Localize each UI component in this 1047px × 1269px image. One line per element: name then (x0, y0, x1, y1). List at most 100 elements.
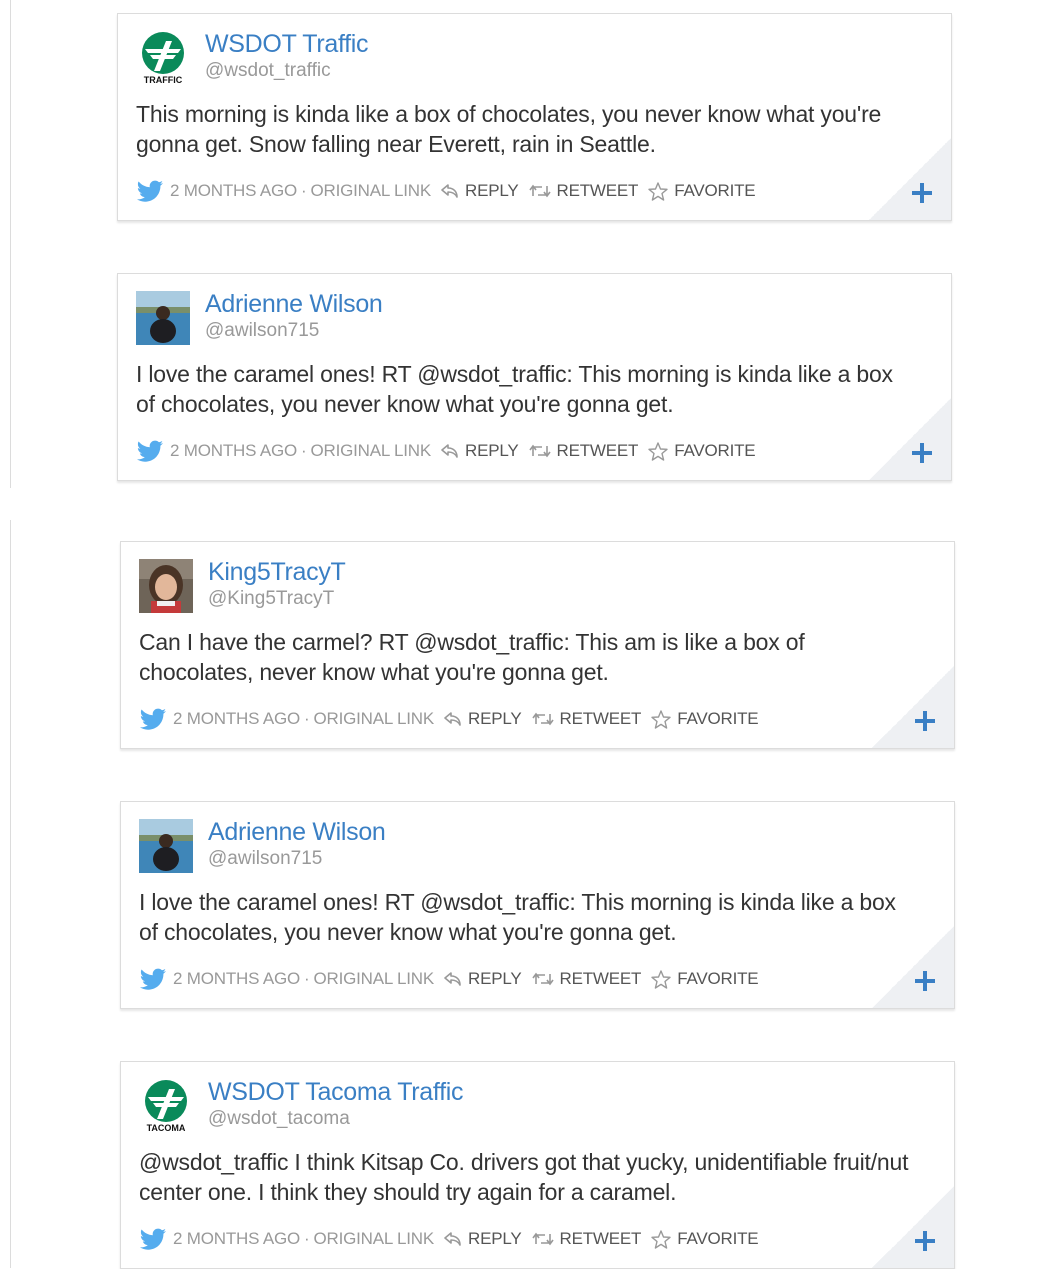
favorite-button[interactable]: FAVORITE (648, 441, 756, 461)
plus-icon[interactable] (914, 710, 936, 732)
favorite-button[interactable]: FAVORITE (651, 1229, 759, 1249)
tweet-card: Adrienne Wilson @awilson715 I love the c… (120, 801, 955, 1009)
meta-separator: · (304, 969, 310, 988)
reply-button[interactable]: REPLY (444, 709, 522, 729)
tweet-timestamp-link[interactable]: 2 MONTHS AGO (173, 969, 300, 989)
author-handle: @King5TracyT (208, 588, 335, 609)
retweet-label: RETWEET (559, 969, 642, 988)
tweet-actions-bar: 2 MONTHS AGO · ORIGINAL LINK REPLY RETWE… (139, 1228, 759, 1250)
tweet-card: TRAFFIC WSDOT Traffic @wsdot_traffic Thi… (117, 13, 952, 221)
original-link[interactable]: ORIGINAL LINK (313, 1229, 434, 1249)
twitter-bird-icon (139, 708, 166, 730)
author-name-link[interactable]: WSDOT Traffic (205, 30, 369, 59)
corner-fold (869, 398, 951, 480)
star-icon (648, 181, 668, 201)
retweet-button[interactable]: RETWEET (531, 1229, 642, 1249)
favorite-button[interactable]: FAVORITE (651, 709, 759, 729)
original-link[interactable]: ORIGINAL LINK (313, 969, 434, 989)
star-icon (648, 441, 668, 461)
meta-separator: · (301, 441, 307, 460)
author-name-link[interactable]: Adrienne Wilson (205, 290, 383, 319)
author-handle: @awilson715 (208, 848, 323, 869)
tweet-text: @wsdot_traffic I think Kitsap Co. driver… (139, 1149, 909, 1205)
retweet-button[interactable]: RETWEET (531, 969, 642, 989)
favorite-button[interactable]: FAVORITE (648, 181, 756, 201)
tweet-actions-bar: 2 MONTHS AGO · ORIGINAL LINK REPLY RETWE… (139, 708, 759, 730)
reply-label: REPLY (465, 181, 519, 200)
author-name-link[interactable]: Adrienne Wilson (208, 818, 386, 847)
favorite-label: FAVORITE (677, 709, 759, 728)
svg-text:TACOMA: TACOMA (147, 1123, 186, 1133)
favorite-button[interactable]: FAVORITE (651, 969, 759, 989)
tweet-card: King5TracyT @King5TracyT Can I have the … (120, 541, 955, 749)
reply-label: REPLY (468, 969, 522, 988)
tweet-actions-bar: 2 MONTHS AGO · ORIGINAL LINK REPLY RETWE… (136, 440, 756, 462)
favorite-label: FAVORITE (674, 441, 756, 460)
reply-button[interactable]: REPLY (444, 1229, 522, 1249)
favorite-label: FAVORITE (674, 181, 756, 200)
retweet-icon (531, 712, 554, 726)
author-name-link[interactable]: King5TracyT (208, 558, 346, 587)
author-handle: @wsdot_traffic (205, 60, 331, 81)
user-photo-avatar[interactable] (139, 559, 193, 613)
tweet-text: This morning is kinda like a box of choc… (136, 101, 882, 157)
left-divider (10, 0, 11, 488)
original-link[interactable]: ORIGINAL LINK (310, 181, 431, 201)
favorite-label: FAVORITE (677, 1229, 759, 1248)
reply-button[interactable]: REPLY (441, 441, 519, 461)
retweet-label: RETWEET (556, 441, 639, 460)
plus-icon[interactable] (911, 442, 933, 464)
author-handle: @wsdot_tacoma (208, 1108, 350, 1129)
twitter-bird-icon (139, 1228, 166, 1250)
meta-separator: · (304, 709, 310, 728)
user-photo-avatar[interactable] (139, 819, 193, 873)
svg-text:TRAFFIC: TRAFFIC (144, 75, 183, 85)
tweet-timestamp-link[interactable]: 2 MONTHS AGO (170, 441, 297, 461)
reply-icon (441, 444, 458, 458)
reply-icon (444, 712, 461, 726)
retweet-icon (528, 184, 551, 198)
tweet-timestamp-link[interactable]: 2 MONTHS AGO (173, 1229, 300, 1249)
retweet-icon (528, 444, 551, 458)
retweet-button[interactable]: RETWEET (531, 709, 642, 729)
reply-button[interactable]: REPLY (441, 181, 519, 201)
retweet-label: RETWEET (559, 1229, 642, 1248)
reply-label: REPLY (468, 1229, 522, 1248)
tweet-text: I love the caramel ones! RT @wsdot_traff… (136, 361, 893, 417)
meta-separator: · (304, 1229, 310, 1248)
original-link[interactable]: ORIGINAL LINK (313, 709, 434, 729)
reply-label: REPLY (465, 441, 519, 460)
retweet-button[interactable]: RETWEET (528, 441, 639, 461)
tweet-timestamp-link[interactable]: 2 MONTHS AGO (170, 181, 297, 201)
retweet-icon (531, 1232, 554, 1246)
reply-icon (444, 972, 461, 986)
meta-separator: · (301, 181, 307, 200)
reply-icon (441, 184, 458, 198)
plus-icon[interactable] (914, 970, 936, 992)
reply-button[interactable]: REPLY (444, 969, 522, 989)
original-link[interactable]: ORIGINAL LINK (310, 441, 431, 461)
reply-label: REPLY (468, 709, 522, 728)
tweet-timestamp-link[interactable]: 2 MONTHS AGO (173, 709, 300, 729)
tweet-text: Can I have the carmel? RT @wsdot_traffic… (139, 629, 805, 685)
corner-fold (869, 138, 951, 220)
twitter-bird-icon (139, 968, 166, 990)
author-handle: @awilson715 (205, 320, 320, 341)
corner-fold (872, 666, 954, 748)
plus-icon[interactable] (911, 182, 933, 204)
retweet-label: RETWEET (559, 709, 642, 728)
author-name-link[interactable]: WSDOT Tacoma Traffic (208, 1078, 463, 1107)
twitter-bird-icon (136, 180, 163, 202)
star-icon (651, 969, 671, 989)
user-photo-avatar[interactable] (136, 291, 190, 345)
favorite-label: FAVORITE (677, 969, 759, 988)
star-icon (651, 1229, 671, 1249)
wsdot-logo-avatar[interactable]: TRAFFIC (136, 31, 190, 85)
left-divider (10, 520, 11, 1268)
retweet-button[interactable]: RETWEET (528, 181, 639, 201)
corner-fold (872, 1186, 954, 1268)
plus-icon[interactable] (914, 1230, 936, 1252)
tweet-actions-bar: 2 MONTHS AGO · ORIGINAL LINK REPLY RETWE… (139, 968, 759, 990)
retweet-label: RETWEET (556, 181, 639, 200)
wsdot-logo-avatar[interactable]: TACOMA (139, 1079, 193, 1133)
